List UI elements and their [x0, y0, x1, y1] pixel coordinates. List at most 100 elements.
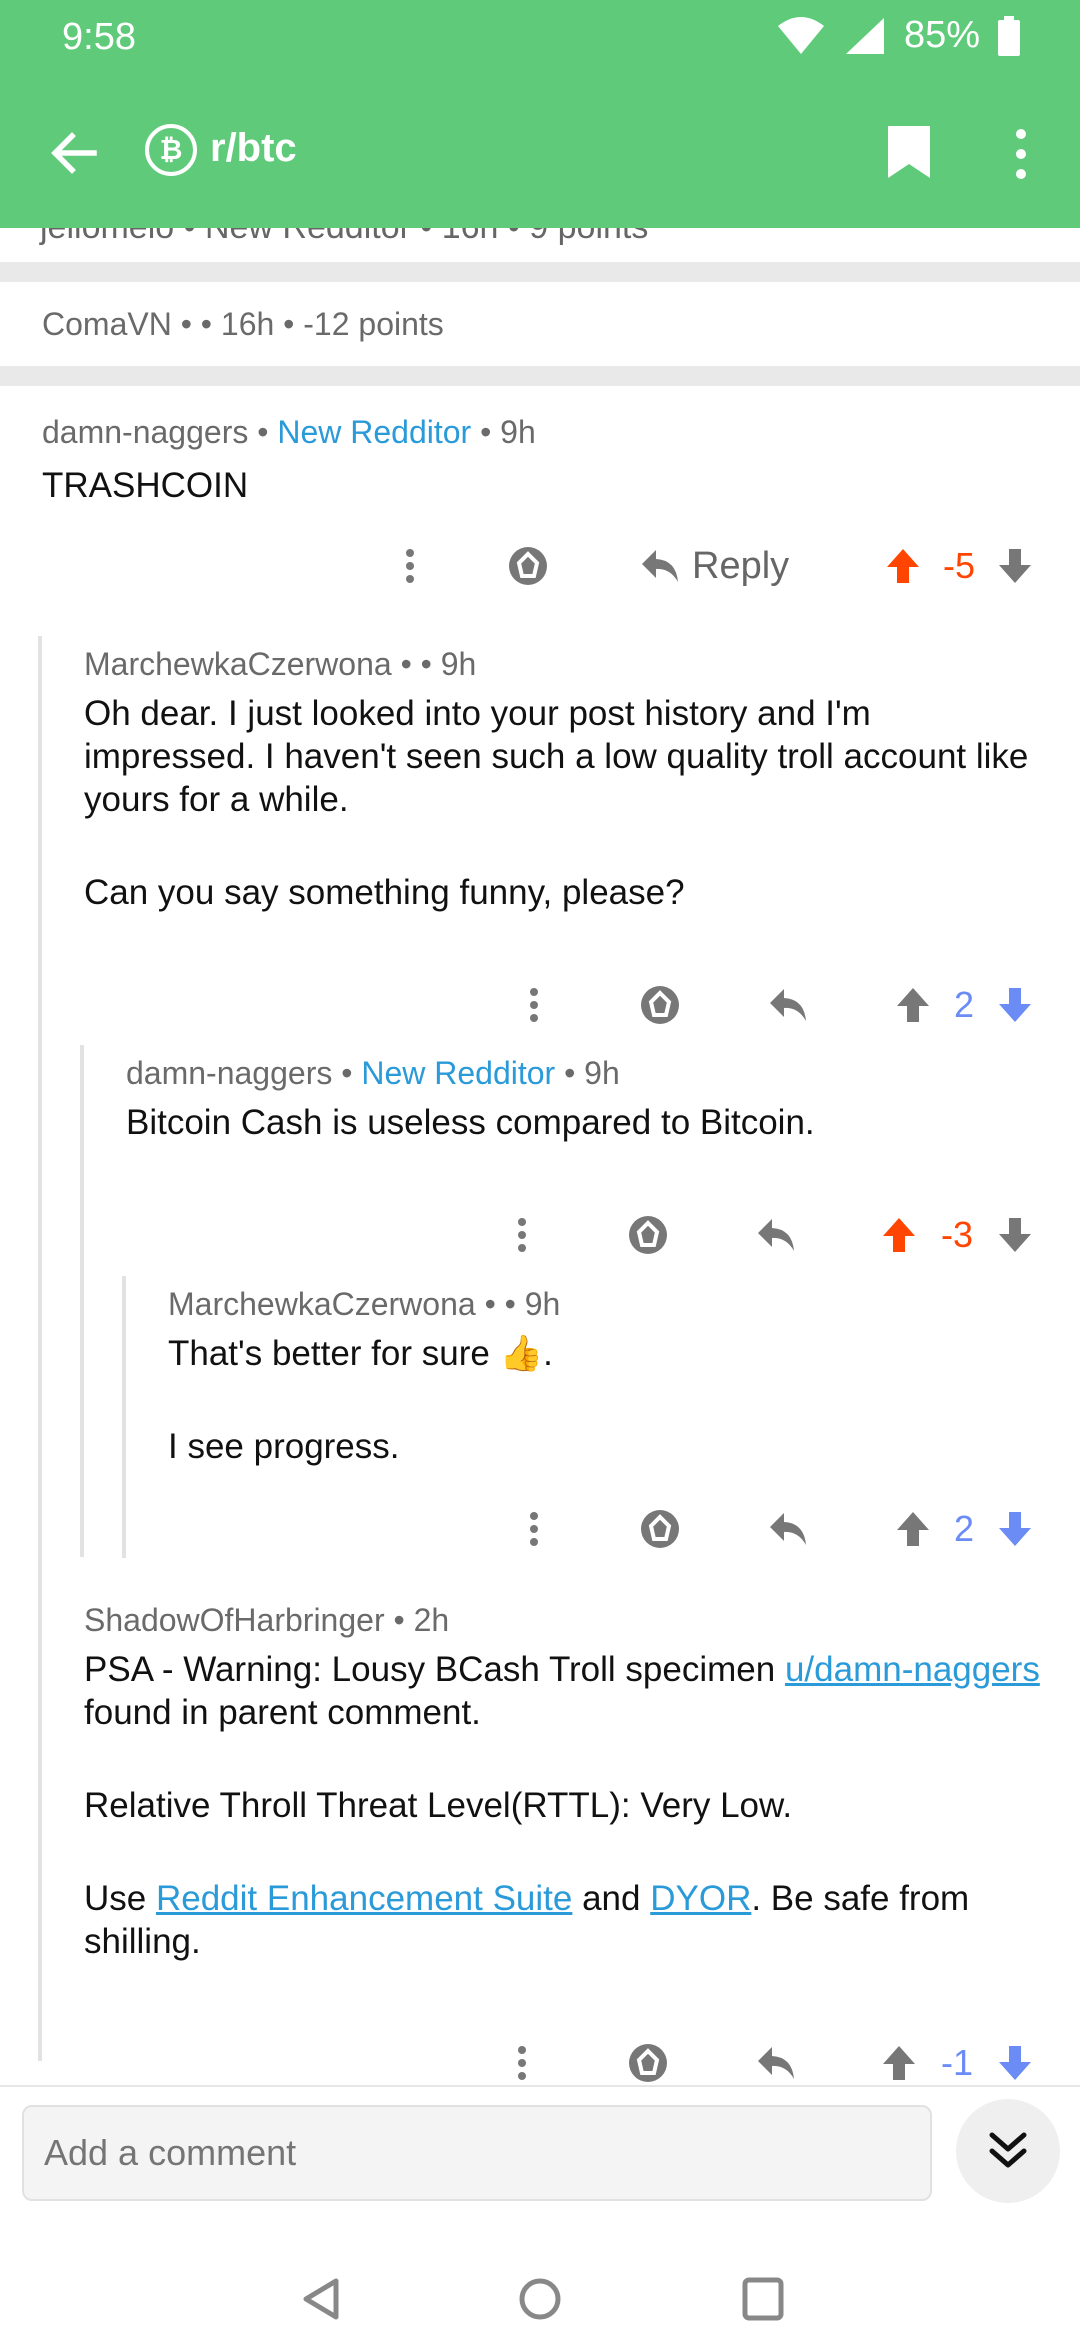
comment-meta: ComaVN • • 16h • -12 points: [42, 306, 444, 342]
downvote-arrow-icon: [999, 1512, 1031, 1546]
nav-recents-icon[interactable]: [742, 2277, 784, 2321]
nav-home-icon[interactable]: [518, 2277, 562, 2321]
comment-body: Bitcoin Cash is useless compared to Bitc…: [126, 1103, 815, 1142]
dyor-link[interactable]: DYOR: [650, 1879, 751, 1918]
comment-author[interactable]: ComaVN: [42, 306, 172, 342]
reply-button[interactable]: [758, 1499, 818, 1559]
reply-icon: [758, 2047, 794, 2079]
award-button[interactable]: [630, 975, 690, 1035]
back-arrow-icon[interactable]: [48, 128, 98, 178]
comment: MarchewkaCzerwona • • 9h Oh dear. I just…: [0, 636, 1080, 1025]
more-options-button[interactable]: [380, 536, 440, 596]
comment-age: 9h: [524, 1286, 561, 1322]
comment: damn-naggers • New Redditor • 9h TRASHCO…: [0, 386, 1080, 636]
wifi-icon: [777, 16, 824, 54]
bottom-bar: [0, 2085, 1080, 2342]
upvote-button[interactable]: [874, 1205, 924, 1265]
reply-icon: [642, 550, 678, 582]
add-comment-input[interactable]: [22, 2105, 932, 2201]
award-icon: [641, 1510, 679, 1548]
more-vertical-icon: [530, 1512, 538, 1546]
divider: [0, 366, 1080, 386]
nav-back-icon[interactable]: [300, 2277, 340, 2321]
user-flair: New Redditor: [277, 414, 472, 450]
app-bar: 9:58 85% ₿ r/btc: [0, 0, 1080, 228]
thumbs-up-emoji: 👍: [499, 1334, 544, 1373]
more-vertical-icon: [518, 1218, 526, 1252]
downvote-arrow-icon: [999, 549, 1031, 583]
reply-icon: [770, 1513, 806, 1545]
upvote-arrow-icon: [897, 1512, 929, 1546]
user-link[interactable]: u/damn-naggers: [785, 1650, 1040, 1689]
more-vertical-icon: [518, 2046, 526, 2080]
more-vertical-icon: [406, 549, 414, 583]
res-link[interactable]: Reddit Enhancement Suite: [156, 1879, 572, 1918]
comment-score: -5: [942, 545, 975, 586]
comment: damn-naggers • New Redditor • 9h Bitcoin…: [0, 1045, 1080, 1275]
more-vertical-icon[interactable]: [1004, 126, 1038, 182]
system-nav-bar: [0, 2257, 1080, 2342]
comment-actions: 2: [506, 975, 1040, 1035]
award-button[interactable]: [630, 1499, 690, 1559]
comment-author[interactable]: MarchewkaCzerwona: [84, 646, 392, 682]
reply-button[interactable]: [746, 2033, 806, 2093]
downvote-button[interactable]: [990, 1205, 1040, 1265]
jump-to-bottom-button[interactable]: [956, 2099, 1060, 2203]
upvote-button[interactable]: [878, 536, 928, 596]
award-button[interactable]: [618, 2033, 678, 2093]
toolbar: ₿ r/btc: [0, 120, 1080, 190]
downvote-button[interactable]: [990, 1499, 1040, 1559]
comment-score: 2: [953, 1508, 975, 1549]
comment-author[interactable]: damn-naggers: [42, 414, 248, 450]
comment-meta: damn-naggers • New Redditor • 9h: [42, 414, 536, 450]
bookmark-icon[interactable]: [888, 126, 930, 178]
comment-meta: MarchewkaCzerwona • • 9h: [168, 1286, 561, 1322]
downvote-button[interactable]: [990, 975, 1040, 1035]
reply-button[interactable]: Reply: [640, 536, 800, 596]
battery-percent: 85%: [903, 14, 980, 56]
more-vertical-icon: [530, 988, 538, 1022]
comment-author[interactable]: MarchewkaCzerwona: [168, 1286, 476, 1322]
award-icon: [641, 986, 679, 1024]
award-icon: [509, 547, 547, 585]
award-icon: [629, 1216, 667, 1254]
user-flair: New Redditor: [361, 1055, 556, 1091]
more-options-button[interactable]: [506, 1499, 562, 1559]
comment-body: TRASHCOIN: [42, 466, 249, 505]
downvote-button[interactable]: [990, 536, 1040, 596]
comment-body: That's better for sure 👍. I see progress…: [168, 1334, 553, 1466]
divider: [0, 262, 1080, 282]
upvote-arrow-icon: [883, 2046, 915, 2080]
comment-age: 9h: [440, 646, 477, 682]
upvote-button[interactable]: [888, 975, 938, 1035]
reply-button[interactable]: [758, 975, 818, 1035]
comment-body: PSA - Warning: Lousy BCash Troll specime…: [84, 1650, 1040, 1961]
comment-author[interactable]: ShadowOfHarbringer: [84, 1602, 385, 1638]
award-button[interactable]: [618, 1205, 678, 1265]
award-button[interactable]: [498, 536, 558, 596]
upvote-arrow-icon: [887, 549, 919, 583]
status-time: 9:58: [62, 16, 136, 58]
downvote-arrow-icon: [999, 1218, 1031, 1252]
comment-age: 9h: [584, 1055, 620, 1091]
comment-age: 2h: [413, 1602, 450, 1638]
upvote-button[interactable]: [888, 1499, 938, 1559]
comment-points: -12 points: [303, 306, 444, 342]
comment-author[interactable]: damn-naggers: [126, 1055, 332, 1091]
subreddit-title[interactable]: r/btc: [210, 126, 297, 171]
collapsed-comment[interactable]: ComaVN • • 16h • -12 points: [0, 282, 1080, 362]
upvote-button[interactable]: [874, 2033, 924, 2093]
more-options-button[interactable]: [494, 2033, 550, 2093]
more-options-button[interactable]: [506, 975, 562, 1035]
comment-actions: -3: [494, 1205, 1040, 1265]
comment-body: Oh dear. I just looked into your post hi…: [84, 694, 1029, 912]
more-options-button[interactable]: [494, 1205, 550, 1265]
downvote-button[interactable]: [990, 2033, 1040, 2093]
comment-meta: damn-naggers • New Redditor • 9h: [126, 1055, 620, 1091]
reply-button[interactable]: [746, 1205, 806, 1265]
upvote-arrow-icon: [897, 988, 929, 1022]
status-indicators: 85%: [776, 14, 1020, 57]
comment-actions: Reply -5: [380, 536, 1040, 596]
double-chevron-down-icon: [989, 2132, 1027, 2168]
reply-icon: [770, 989, 806, 1021]
